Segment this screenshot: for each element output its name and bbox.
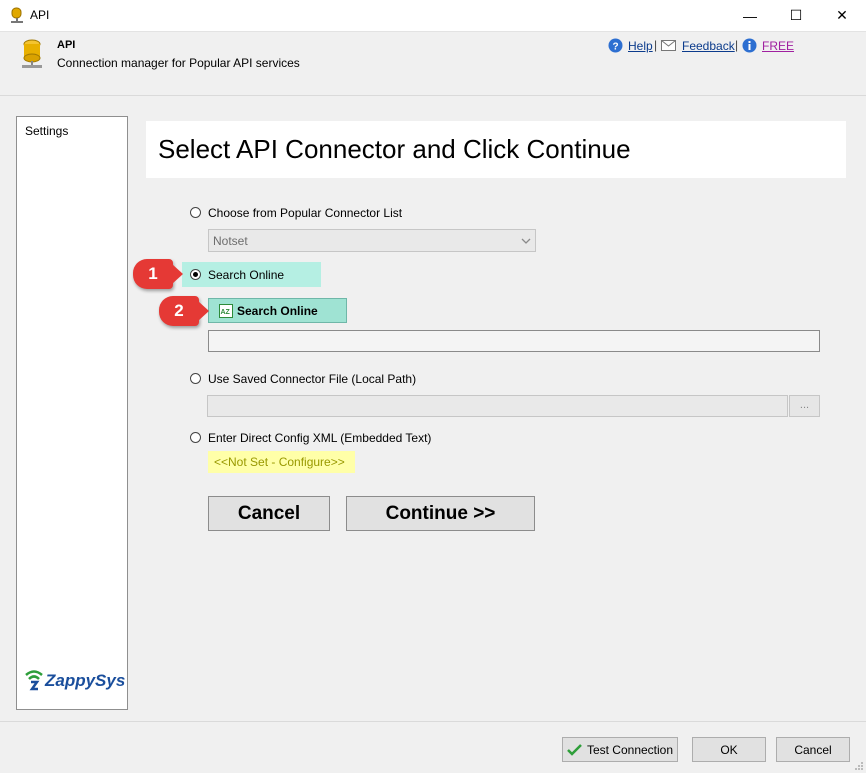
step-2-badge: 2: [159, 296, 209, 326]
radio-saved-file[interactable]: [190, 373, 201, 384]
maximize-button[interactable]: ☐: [773, 0, 819, 31]
settings-sidebar: Settings ZappySys: [16, 116, 128, 710]
test-connection-button[interactable]: Test Connection: [562, 737, 678, 762]
database-icon: [11, 7, 23, 23]
step-1-badge: 1: [133, 259, 183, 289]
page-title: Select API Connector and Click Continue: [158, 134, 631, 164]
minimize-button[interactable]: —: [727, 0, 773, 31]
dropdown-value: Notset: [213, 234, 248, 248]
radio-popular-list[interactable]: [190, 207, 201, 218]
saved-file-label: Use Saved Connector File (Local Path): [208, 372, 417, 386]
continue-button[interactable]: Continue >>: [346, 496, 535, 531]
cancel-button[interactable]: Cancel: [208, 496, 330, 531]
radio-direct-xml[interactable]: [190, 432, 201, 443]
svg-text:AZ: AZ: [221, 309, 231, 316]
header-subtitle: Connection manager for Popular API servi…: [57, 56, 300, 70]
mail-icon: [661, 40, 676, 51]
saved-file-path-input[interactable]: [207, 395, 788, 417]
help-link[interactable]: Help: [628, 39, 653, 53]
footer-cancel-button[interactable]: Cancel: [776, 737, 850, 762]
header-divider: [0, 95, 866, 96]
header-title: API: [57, 39, 76, 51]
feedback-link[interactable]: Feedback: [682, 39, 735, 53]
direct-xml-label: Enter Direct Config XML (Embedded Text): [208, 431, 432, 445]
radio-search-online[interactable]: [190, 269, 201, 280]
search-online-label: Search Online: [208, 268, 285, 282]
az-sort-icon: AZ: [219, 303, 233, 318]
popular-list-label: Choose from Popular Connector List: [208, 206, 403, 220]
search-online-button[interactable]: AZ Search Online: [208, 298, 347, 323]
sidebar-item-settings[interactable]: Settings: [25, 124, 68, 138]
link-separator: |: [735, 38, 739, 52]
connector-dropdown[interactable]: Notset: [208, 229, 536, 252]
search-online-button-label: Search Online: [237, 303, 318, 318]
window-title: API: [30, 8, 50, 22]
browse-button[interactable]: ...: [789, 395, 820, 417]
link-separator: |: [654, 38, 658, 52]
help-icon: ?: [608, 38, 623, 53]
svg-text:?: ?: [613, 42, 619, 53]
footer-divider: [0, 721, 866, 722]
ok-button[interactable]: OK: [692, 737, 766, 762]
search-result-field[interactable]: [208, 330, 820, 352]
checkmark-icon: [567, 744, 582, 756]
info-icon: [742, 38, 757, 53]
zappysys-logo-text: ZappySys: [45, 671, 126, 690]
configure-xml-link[interactable]: <<Not Set - Configure>>: [208, 451, 355, 473]
test-connection-label: Test Connection: [586, 742, 674, 757]
title-bar: API — ☐ ✕: [0, 0, 866, 32]
close-button[interactable]: ✕: [819, 0, 865, 31]
zappysys-logo-icon: [25, 670, 43, 691]
chevron-down-icon: [521, 238, 531, 244]
api-connector-icon: [22, 39, 42, 68]
heading-panel: Select API Connector and Click Continue: [146, 121, 846, 178]
resize-grip-icon[interactable]: [854, 761, 864, 771]
free-link[interactable]: FREE: [762, 39, 794, 53]
